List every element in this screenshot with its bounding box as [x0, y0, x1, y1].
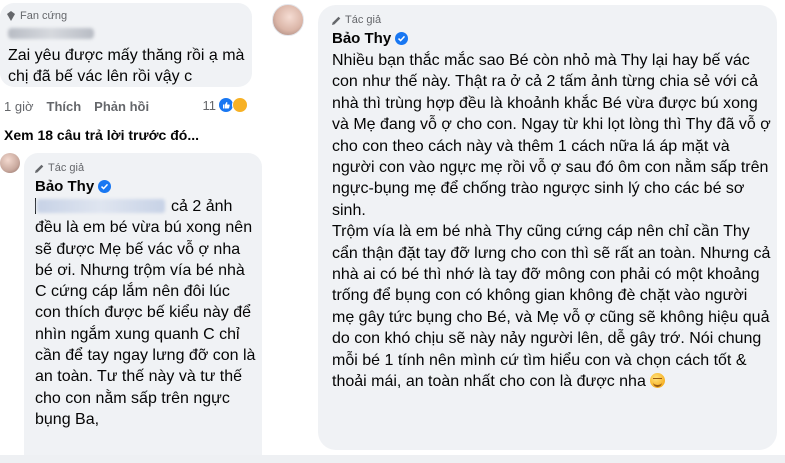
paragraph-2: Trộm vía là em bé nhà Thy cũng cứng cáp … — [332, 221, 772, 392]
author-pen-icon — [332, 16, 341, 25]
avatar[interactable] — [272, 4, 304, 36]
comment-actions: 1 giờ Thích Phản hồi 11 — [4, 97, 254, 115]
reply-link[interactable]: Phản hồi — [94, 99, 149, 114]
fan-badge-label: Fan cứng — [20, 10, 68, 22]
haha-reaction-icon — [232, 97, 248, 113]
right-comment: Tác giả Bảo Thy Nhiều bạn thắc mắc sao B… — [262, 0, 785, 463]
view-previous-replies[interactable]: Xem 18 câu trả lời trước đó... — [4, 127, 199, 143]
main-author-name: Bảo Thy — [332, 30, 392, 47]
reaction-summary[interactable]: 11 — [202, 97, 248, 113]
reply-bubble: Tác giả Bảo Thy cả 2 ảnh đều là em bé vừ… — [24, 153, 262, 463]
verified-icon — [98, 180, 112, 193]
left-comment-thread: Fan cứng Zai yêu được mấy thăng rồi ạ mà… — [0, 0, 262, 463]
reply-author[interactable]: Bảo Thy — [35, 178, 112, 195]
like-link[interactable]: Thích — [47, 99, 82, 114]
fan-badge: Fan cứng — [6, 10, 67, 22]
reaction-count: 11 — [202, 97, 217, 113]
main-author[interactable]: Bảo Thy — [332, 30, 409, 47]
paragraph-2-text: Trộm vía là em bé nhà Thy cũng cứng cáp … — [332, 223, 771, 391]
author-pen-icon — [35, 164, 44, 173]
author-badge-label: Tác giả — [48, 162, 85, 174]
main-comment-text: Nhiều bạn thắc mắc sao Bé còn nhỏ mà Thy… — [332, 50, 772, 393]
author-badge: Tác giả — [34, 162, 84, 174]
smile-emoji-icon — [650, 373, 666, 389]
comment-time[interactable]: 1 giờ — [4, 99, 34, 114]
reply-author-name: Bảo Thy — [35, 178, 95, 195]
reply-text-content: cả 2 ảnh đều là em bé vừa bú xong nên sẽ… — [35, 198, 256, 428]
author-badge-label: Tác giả — [345, 14, 382, 26]
bottom-divider — [0, 455, 785, 463]
mention-blurred[interactable] — [37, 199, 165, 213]
main-comment-bubble: Tác giả Bảo Thy Nhiều bạn thắc mắc sao B… — [318, 5, 777, 450]
verified-icon — [395, 32, 409, 45]
top-comment-text: Zai yêu được mấy thăng rồi ạ mà chị đã b… — [8, 47, 245, 85]
commenter-name-blurred[interactable] — [8, 28, 94, 39]
avatar[interactable] — [0, 153, 20, 173]
reply-text: cả 2 ảnh đều là em bé vừa bú xong nên sẽ… — [35, 196, 257, 430]
top-comment-bubble: Fan cứng Zai yêu được mấy thăng rồi ạ mà… — [0, 3, 252, 87]
author-badge: Tác giả — [331, 14, 381, 26]
text-cursor — [35, 198, 36, 214]
paragraph-1: Nhiều bạn thắc mắc sao Bé còn nhỏ mà Thy… — [332, 52, 771, 219]
fan-badge-icon — [7, 11, 15, 21]
like-reaction-icon — [219, 98, 233, 112]
